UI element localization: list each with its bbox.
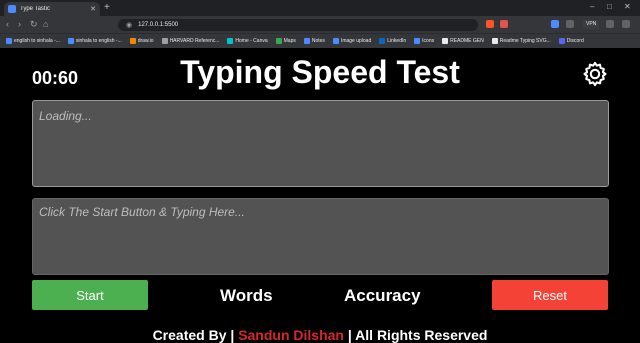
accuracy-label: Accuracy [344, 286, 421, 305]
sidebar-icon[interactable] [566, 20, 574, 28]
bookmark-icon [442, 38, 449, 44]
bookmark-item[interactable]: Maps [275, 38, 296, 44]
bookmark-icon [491, 38, 498, 44]
bookmark-icon [67, 38, 74, 44]
bookmark-icon [129, 38, 136, 44]
home-icon[interactable]: ⌂ [43, 19, 48, 30]
browser-toolbar: ‹ › ↻ ⌂ ◉ 127.0.0.1:5500 VPN [0, 16, 640, 33]
bookmark-item[interactable]: HARVARD Referenc... [161, 38, 220, 44]
bookmark-label: LinkedIn [387, 38, 407, 44]
bookmark-icon [275, 38, 282, 44]
bookmark-icon [161, 38, 168, 44]
bookmark-item[interactable]: Icons [414, 38, 434, 44]
reload-icon[interactable]: ↻ [30, 19, 38, 30]
bookmark-icon [227, 38, 234, 44]
bookmark-label: Icons [422, 38, 435, 44]
reset-button[interactable]: Reset [492, 280, 608, 310]
site-info-icon[interactable]: ◉ [126, 21, 132, 29]
footer-suffix: | All Rights Reserved [347, 327, 488, 343]
bookmark-item[interactable]: Discord [558, 38, 584, 44]
url-text: 127.0.0.1:5500 [138, 22, 179, 28]
bookmark-label: Discord [566, 38, 584, 44]
footer-prefix: Created By | [152, 327, 235, 343]
address-bar[interactable]: ◉ 127.0.0.1:5500 [118, 19, 478, 31]
browser-chrome: Type Tastic ✕ + – □ ✕ ‹ › ↻ ⌂ ◉ 127.0.0.… [0, 0, 640, 48]
bookmark-icon [332, 38, 339, 44]
bookmark-item[interactable]: Home - Canva [227, 38, 268, 44]
maximize-icon[interactable]: □ [607, 2, 612, 12]
bookmark-icon [303, 38, 310, 44]
bookmark-icon [6, 38, 12, 44]
bookmark-item[interactable]: english to sinhala -... [6, 38, 60, 44]
tab-favicon-icon [8, 5, 16, 13]
bookmark-label: sinhala to english -... [75, 38, 122, 44]
bookmark-item[interactable]: README GEN [442, 38, 484, 44]
footer: Created By | Sandun Dilshan | All Rights… [0, 327, 640, 343]
bookmark-label: Image upload [340, 38, 372, 44]
extension-icon[interactable] [551, 20, 559, 28]
vpn-button[interactable]: VPN [583, 20, 600, 29]
bookmark-item[interactable]: Readme Typing SVG... [491, 38, 551, 44]
menu-icon[interactable] [622, 20, 630, 28]
bookmark-item[interactable]: LinkedIn [379, 38, 406, 44]
minimize-icon[interactable]: – [590, 2, 594, 12]
bookmark-label: english to sinhala -... [14, 38, 60, 44]
start-button[interactable]: Start [32, 280, 148, 310]
tab-strip: Type Tastic ✕ + – □ ✕ [0, 0, 640, 16]
typing-input[interactable] [32, 198, 609, 275]
bookmark-item[interactable]: sinhala to english -... [67, 38, 122, 44]
bookmark-label: README GEN [450, 38, 484, 44]
browser-tab[interactable]: Type Tastic ✕ [4, 2, 100, 16]
bookmarks-bar: english to sinhala -... sinhala to englis… [0, 33, 640, 48]
brave-rewards-icon[interactable] [500, 20, 508, 28]
brave-shield-icon[interactable] [486, 20, 494, 28]
bookmark-item[interactable]: draw.io [129, 38, 154, 44]
bookmark-label: draw.io [137, 38, 154, 44]
bookmark-label: Maps [283, 38, 296, 44]
tab-close-icon[interactable]: ✕ [90, 6, 96, 13]
bookmark-label: Home - Canva [235, 38, 268, 44]
bookmark-icon [558, 38, 565, 44]
footer-author: Sandun Dilshan [238, 327, 344, 343]
tab-title: Type Tastic [20, 6, 50, 12]
settings-gear-icon[interactable] [581, 60, 609, 88]
page-title: Typing Speed Test [180, 54, 460, 90]
bookmark-item[interactable]: Image upload [332, 38, 372, 44]
forward-icon[interactable]: › [18, 19, 21, 30]
bookmark-icon [379, 38, 386, 44]
typing-app: 00:60 Typing Speed Test Loading... Start… [0, 48, 640, 343]
bookmark-item[interactable]: Notes [303, 38, 325, 44]
window-close-icon[interactable]: ✕ [624, 2, 631, 12]
bookmark-label: Notes [311, 38, 325, 44]
quote-display: Loading... [32, 100, 609, 187]
bookmark-label: Readme Typing SVG... [499, 38, 551, 44]
new-tab-icon[interactable]: + [104, 2, 110, 14]
words-label: Words [220, 286, 273, 305]
bookmark-label: HARVARD Referenc... [169, 38, 220, 44]
wallet-icon[interactable] [606, 20, 614, 28]
back-icon[interactable]: ‹ [6, 19, 9, 30]
bookmark-icon [414, 38, 421, 44]
